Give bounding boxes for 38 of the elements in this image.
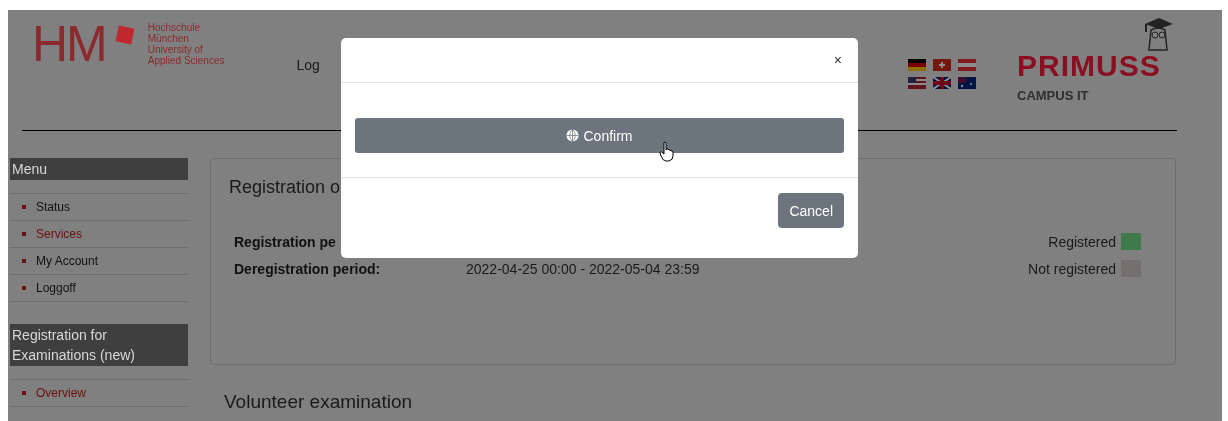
bullet-icon bbox=[22, 259, 26, 263]
logo-text: München bbox=[146, 33, 190, 44]
brand-tagline: CAMPUS IT bbox=[1017, 88, 1090, 103]
sidebar-item[interactable]: Overview bbox=[10, 380, 188, 407]
logo-mark: HM bbox=[32, 22, 106, 66]
hand-cursor-icon bbox=[659, 141, 675, 162]
sidebar-item[interactable]: My Account bbox=[10, 248, 188, 275]
logo-text: Applied Sciences bbox=[146, 55, 225, 66]
cancel-button[interactable]: Cancel bbox=[778, 193, 844, 228]
sidebar-item[interactable]: Status bbox=[10, 194, 188, 221]
logo-text: University of bbox=[146, 44, 203, 55]
sidebar-heading: Menu bbox=[10, 158, 188, 180]
sidebar-item[interactable]: Loggoff bbox=[10, 275, 188, 302]
brand-name: PRIMUSS bbox=[1017, 50, 1162, 82]
sidebar-item[interactable]: Services bbox=[10, 221, 188, 248]
confirm-button[interactable]: Confirm bbox=[355, 118, 844, 153]
period-label: Deregistration period: bbox=[234, 260, 382, 277]
bullet-icon bbox=[22, 205, 26, 209]
section-heading: Volunteer examination bbox=[224, 391, 413, 413]
legend-label: Registered bbox=[1048, 233, 1116, 250]
close-button[interactable]: × bbox=[831, 52, 844, 68]
flag-icon[interactable] bbox=[908, 59, 926, 71]
flag-icon[interactable] bbox=[958, 77, 976, 89]
panel-title: Registration o bbox=[229, 177, 342, 198]
flag-icon[interactable] bbox=[958, 59, 976, 71]
logo-text: Hochschule bbox=[146, 22, 202, 33]
login-text: Log bbox=[296, 57, 320, 73]
flag-icon[interactable] bbox=[908, 77, 926, 89]
flag-icon[interactable] bbox=[933, 59, 951, 71]
bullet-icon bbox=[22, 286, 26, 290]
flag-icon[interactable] bbox=[933, 77, 951, 89]
sidebar-heading: Registration for Examinations (new) bbox=[10, 324, 188, 366]
period-value: 2022-04-25 00:00 - 2022-05-04 23:59 bbox=[466, 260, 700, 277]
globe-icon bbox=[566, 129, 580, 142]
legend-label: Not registered bbox=[1028, 260, 1116, 277]
bullet-icon bbox=[22, 391, 26, 395]
period-label: Registration pe bbox=[234, 233, 337, 250]
bullet-icon bbox=[22, 232, 26, 236]
